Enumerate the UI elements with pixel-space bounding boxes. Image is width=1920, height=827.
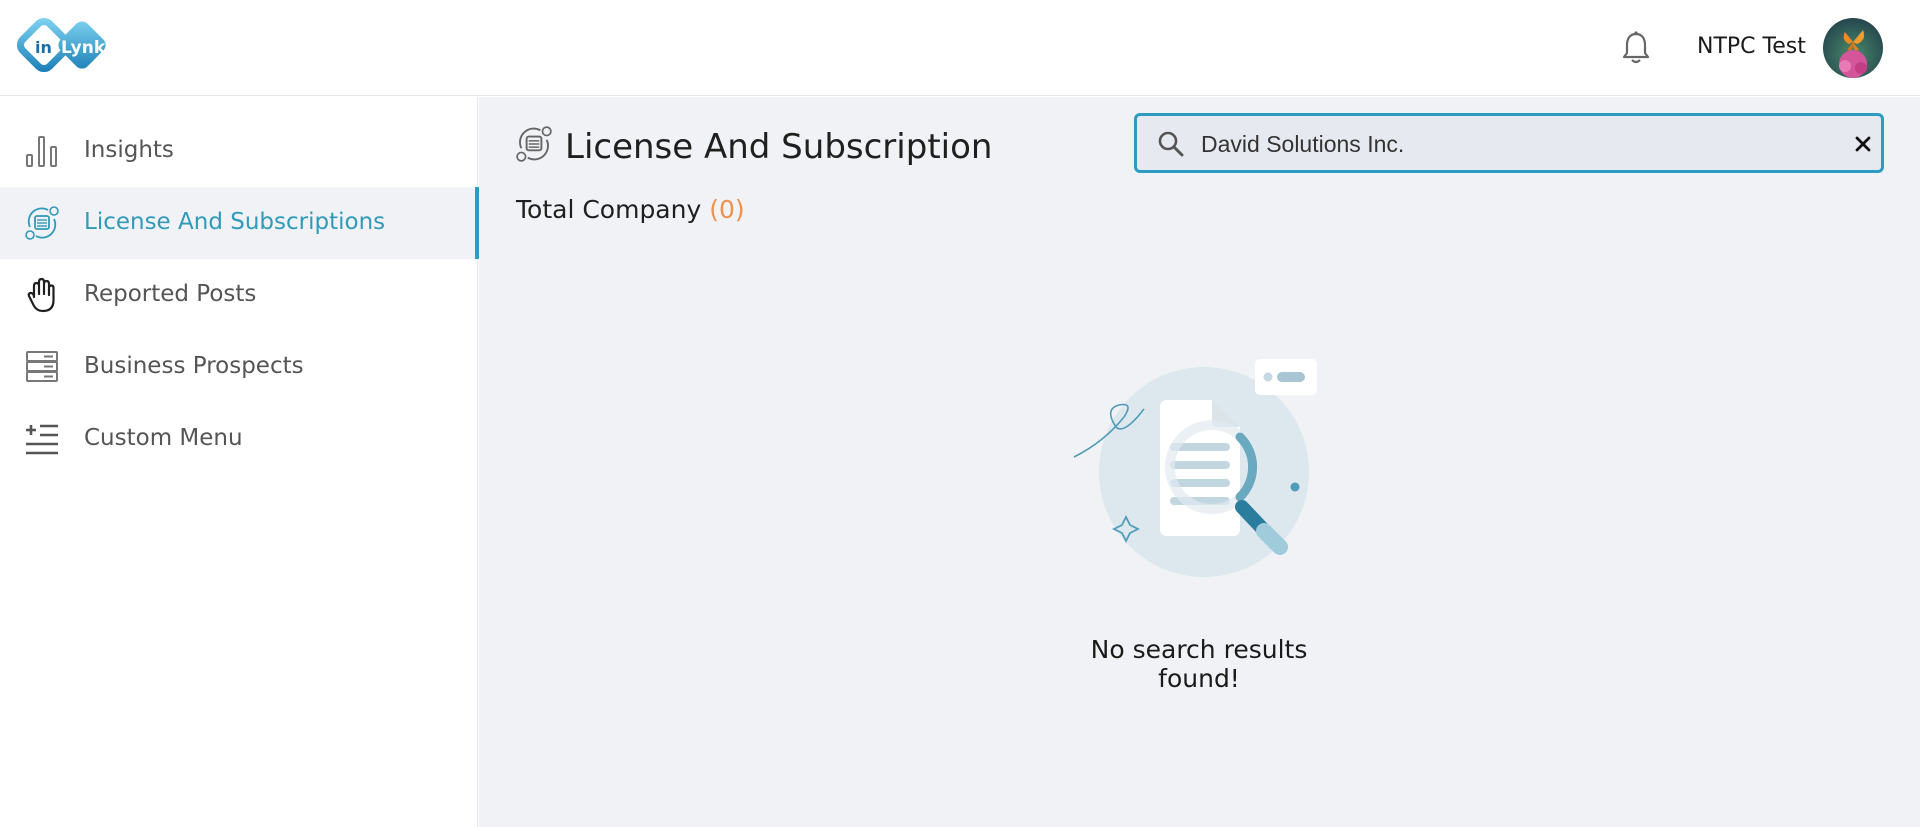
empty-search-illustration: [1073, 359, 1317, 577]
total-company: Total Company (0): [516, 195, 745, 224]
search-box: [1134, 113, 1884, 173]
hand-icon: [27, 277, 55, 313]
inlynk-logo[interactable]: in Lynk: [17, 17, 121, 79]
bar-chart-icon: [26, 136, 57, 167]
sidebar-item-label: Reported Posts: [84, 281, 257, 307]
avatar[interactable]: [1823, 18, 1883, 78]
total-company-label: Total Company: [516, 195, 702, 224]
sidebar-item-insights[interactable]: Insights: [0, 115, 478, 187]
sidebar: Insights License And Subscriptions Repor…: [0, 97, 479, 827]
sidebar-item-business-prospects[interactable]: Business Prospects: [0, 331, 478, 403]
sidebar-item-custom-menu[interactable]: Custom Menu: [0, 403, 478, 475]
empty-state-message: No search results found!: [1090, 635, 1308, 693]
sidebar-item-label: Insights: [84, 137, 174, 163]
sidebar-item-label: Custom Menu: [84, 425, 243, 451]
sidebar-item-label: Business Prospects: [84, 353, 304, 379]
svg-text:in: in: [35, 38, 52, 57]
license-icon: [516, 126, 552, 162]
add-list-icon: [26, 424, 58, 455]
svg-text:Lynk: Lynk: [61, 38, 106, 58]
sidebar-item-reported-posts[interactable]: Reported Posts: [0, 259, 478, 331]
username-label[interactable]: NTPC Test: [1697, 34, 1806, 59]
search-input[interactable]: [1201, 126, 1801, 162]
sidebar-item-license-and-subscriptions[interactable]: License And Subscriptions: [0, 187, 479, 259]
search-icon: [1158, 131, 1184, 157]
top-header: in Lynk NTPC Test: [0, 0, 1920, 96]
close-icon[interactable]: [1849, 130, 1877, 158]
server-icon: [26, 351, 58, 382]
sidebar-item-label: License And Subscriptions: [84, 209, 386, 235]
license-icon: [25, 206, 59, 240]
main-content: License And Subscription Total Company (…: [479, 97, 1920, 827]
total-company-count: (0): [709, 195, 745, 224]
page-title: License And Subscription: [565, 127, 993, 167]
bell-icon[interactable]: [1620, 30, 1652, 66]
